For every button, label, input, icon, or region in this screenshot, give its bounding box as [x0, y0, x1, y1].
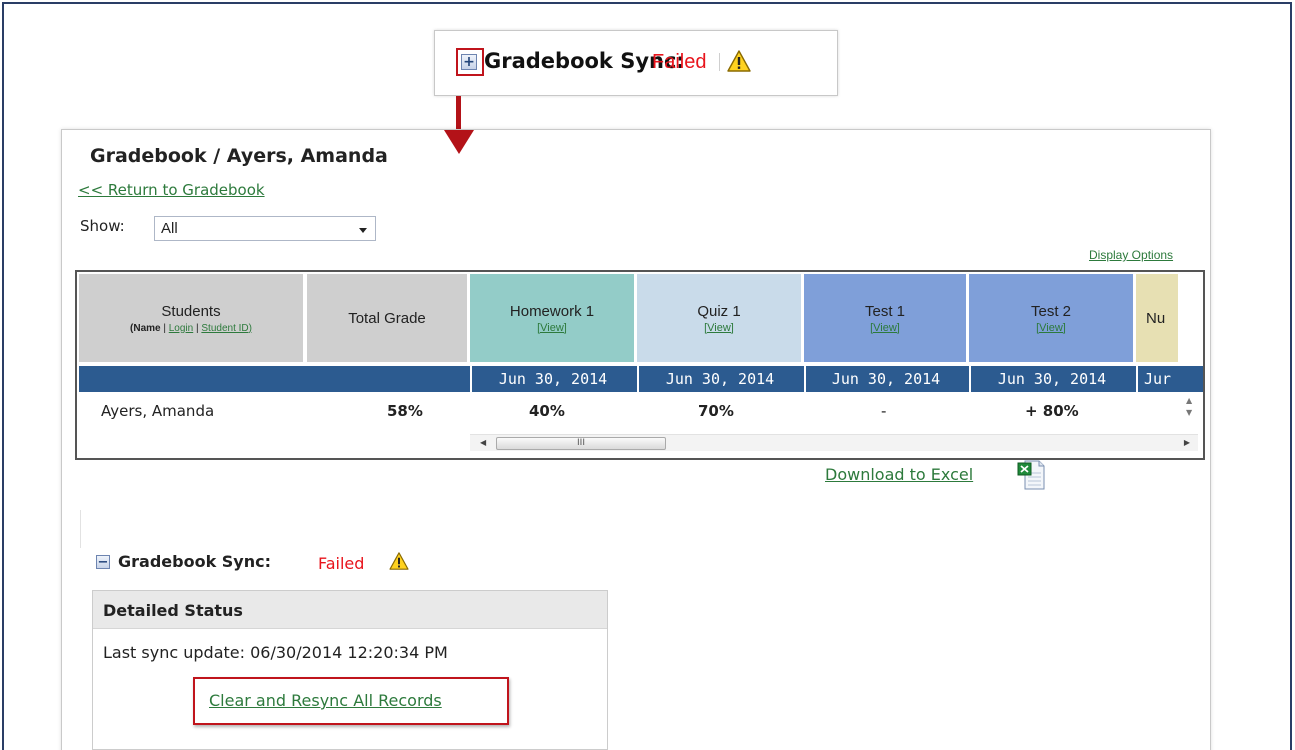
warning-icon	[727, 50, 751, 72]
grade-cell[interactable]: 70%	[698, 402, 734, 420]
minus-icon[interactable]: −	[96, 555, 110, 569]
sync-label: Gradebook Sync:	[118, 552, 271, 571]
column-title: Test 2	[1030, 302, 1072, 320]
due-date: Jun 30, 2014	[470, 366, 634, 392]
column-title: Total Grade	[348, 309, 426, 327]
view-link[interactable]: [View]	[1036, 322, 1066, 334]
column-title: Students	[161, 302, 221, 320]
vertical-scrollbar[interactable]: ▲ ▼	[1181, 394, 1199, 434]
scroll-down-icon[interactable]: ▼	[1186, 408, 1192, 417]
column-title: Test 1	[864, 302, 906, 320]
separator	[719, 53, 720, 71]
last-sync-text: Last sync update: 06/30/2014 12:20:34 PM	[103, 643, 448, 662]
total-grade-cell: 58%	[387, 402, 423, 420]
excel-icon[interactable]	[1017, 459, 1045, 491]
scroll-up-icon[interactable]: ▲	[1186, 396, 1192, 405]
show-filter-select[interactable]: All	[154, 216, 376, 241]
display-options-link[interactable]: Display Options	[1089, 248, 1173, 262]
chevron-down-icon	[359, 228, 367, 233]
view-link[interactable]: [View]	[537, 322, 567, 334]
detailed-status-box: Detailed Status Last sync update: 06/30/…	[92, 590, 608, 750]
student-name-cell[interactable]: Ayers, Amanda	[101, 402, 214, 420]
column-header-total-grade[interactable]: Total Grade	[307, 274, 467, 362]
column-title: Quiz 1	[697, 302, 741, 320]
sort-by-login-link[interactable]: Login	[169, 323, 193, 334]
grade-cell[interactable]: -	[881, 402, 886, 420]
sort-by-student-id-link[interactable]: Student ID)	[201, 323, 252, 334]
column-header-homework-1[interactable]: Homework 1 [View]	[470, 274, 634, 362]
column-header-next[interactable]: Nu	[1136, 274, 1178, 362]
student-sort-options: (Name | Login | Student ID)	[130, 323, 252, 334]
return-to-gradebook-link[interactable]: << Return to Gradebook	[78, 181, 265, 199]
show-filter-value: All	[161, 220, 178, 237]
separator-text: |	[160, 322, 169, 334]
column-header-quiz-1[interactable]: Quiz 1 [View]	[637, 274, 801, 362]
column-title: Homework 1	[509, 302, 595, 320]
scroll-left-icon[interactable]: ◀	[480, 438, 486, 447]
show-label: Show:	[80, 217, 125, 235]
page-title: Gradebook / Ayers, Amanda	[90, 145, 388, 167]
download-to-excel-link[interactable]: Download to Excel	[825, 465, 973, 484]
warning-icon	[389, 552, 409, 570]
grade-cell[interactable]: + 80%	[1025, 402, 1079, 420]
column-header-students[interactable]: Students (Name | Login | Student ID)	[79, 274, 303, 362]
divider	[80, 510, 81, 548]
scroll-right-icon[interactable]: ▶	[1184, 438, 1190, 447]
due-date: Jur	[1136, 366, 1178, 392]
sync-callout: + Gradebook Sync: Failed	[434, 30, 838, 96]
column-title: Nu	[1146, 309, 1166, 327]
scroll-thumb[interactable]: III	[496, 437, 666, 450]
view-link[interactable]: [View]	[870, 322, 900, 334]
column-header-test-2[interactable]: Test 2 [View]	[969, 274, 1133, 362]
gradebook-grid: Students (Name | Login | Student ID) Tot…	[75, 270, 1205, 460]
due-date: Jun 30, 2014	[637, 366, 801, 392]
sync-status-failed: Failed	[652, 51, 707, 73]
column-header-test-1[interactable]: Test 1 [View]	[804, 274, 966, 362]
due-date: Jun 30, 2014	[804, 366, 966, 392]
arrow-head-overlay	[444, 130, 474, 154]
view-link[interactable]: [View]	[704, 322, 734, 334]
sort-by-name[interactable]: (Name	[130, 323, 161, 334]
horizontal-scrollbar[interactable]: ◀ III ▶	[470, 434, 1198, 451]
highlight-box: Clear and Resync All Records	[193, 677, 509, 725]
due-date: Jun 30, 2014	[969, 366, 1133, 392]
grade-cell[interactable]: 40%	[529, 402, 565, 420]
clear-and-resync-link[interactable]: Clear and Resync All Records	[209, 691, 442, 710]
plus-icon[interactable]: +	[461, 54, 477, 70]
detailed-status-header: Detailed Status	[93, 591, 607, 629]
sync-status-failed: Failed	[318, 554, 365, 573]
